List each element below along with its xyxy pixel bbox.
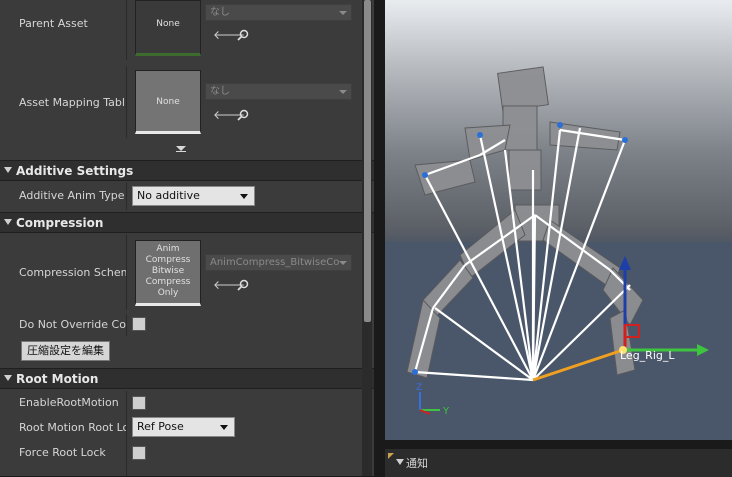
edit-compression-button[interactable]: 圧縮設定を編集	[21, 341, 110, 361]
notifications-label: 通知	[406, 457, 428, 470]
column-splitter[interactable]	[126, 441, 127, 476]
section-title: Additive Settings	[16, 164, 134, 178]
asset-mapping-combo: なし	[205, 83, 352, 100]
asset-mapping-thumbnail[interactable]: None	[135, 70, 201, 134]
enable-root-motion-label: EnableRootMotion	[19, 396, 119, 409]
additive-anim-type-dropdown[interactable]: No additive	[132, 186, 255, 206]
additive-anim-type-label: Additive Anim Type	[19, 189, 125, 202]
force-root-lock-checkbox[interactable]	[132, 446, 146, 460]
ik-line	[532, 348, 624, 382]
do-not-override-checkbox[interactable]	[132, 317, 146, 331]
axis-y-label: Y	[442, 406, 450, 417]
collapse-triangle-icon	[4, 167, 12, 173]
asset-mapping-thumb-text: None	[156, 97, 180, 107]
search-icon[interactable]	[237, 29, 251, 41]
gizmo-z-arrow	[619, 256, 631, 270]
column-splitter[interactable]	[126, 182, 127, 210]
chevron-down-icon	[339, 11, 347, 15]
enable-root-motion-checkbox[interactable]	[132, 396, 146, 410]
force-root-lock-label: Force Root Lock	[19, 446, 106, 459]
compression-scheme-combo-value: AnimCompress_BitwiseCo	[210, 257, 340, 268]
details-panel: Parent Asset None なし 🡐 Asset Mapping Tab…	[0, 0, 374, 476]
chevron-down-icon	[339, 261, 347, 265]
corner-marker-icon	[388, 453, 394, 459]
use-selected-arrow-icon[interactable]: 🡐	[213, 279, 245, 291]
asset-mapping-combo-value: なし	[210, 86, 230, 97]
skeleton-overlay: Y Z	[406, 66, 709, 417]
asset-mapping-label: Asset Mapping Table	[19, 96, 125, 109]
chevron-down-icon	[240, 194, 248, 199]
compression-scheme-row: Compression Scheme Anim Compress Bitwise…	[0, 234, 362, 310]
collapse-triangle-icon	[4, 375, 12, 381]
compression-thumb-line-3: Bitwise	[151, 266, 185, 276]
parent-asset-combo: なし	[205, 4, 352, 21]
details-scrollbar-thumb[interactable]	[364, 0, 371, 322]
column-splitter[interactable]	[126, 391, 127, 415]
root-lock-dropdown[interactable]: Ref Pose	[132, 417, 235, 437]
section-root-motion[interactable]: Root Motion	[0, 368, 374, 389]
chevron-down-icon	[220, 425, 228, 430]
advanced-expand-bar	[176, 151, 186, 152]
axis-z-label: Z	[416, 383, 422, 393]
collapse-triangle-icon	[396, 459, 404, 465]
chevron-down-icon	[339, 90, 347, 94]
column-splitter[interactable]	[126, 415, 127, 441]
force-root-lock-row: Force Root Lock	[0, 441, 362, 476]
compression-thumb-line-2: Compress	[145, 255, 191, 265]
column-splitter[interactable]	[126, 0, 127, 60]
parent-asset-thumbnail[interactable]: None	[135, 0, 201, 56]
additive-anim-type-row: Additive Anim Type No additive	[0, 182, 362, 210]
search-icon[interactable]	[237, 109, 251, 121]
animation-viewport[interactable]: Y Z	[385, 0, 732, 440]
use-selected-arrow-icon[interactable]: 🡐	[213, 109, 245, 121]
root-lock-row: Root Motion Root Lock Ref Pose	[0, 415, 362, 441]
column-splitter[interactable]	[126, 66, 127, 138]
gizmo-y-arrow	[697, 344, 709, 356]
compression-scheme-label: Compression Scheme	[19, 266, 127, 279]
compression-thumb-line-4: Compress	[145, 277, 191, 287]
column-splitter[interactable]	[126, 234, 127, 310]
section-compression[interactable]: Compression	[0, 212, 374, 233]
compression-scheme-combo: AnimCompress_BitwiseCo	[205, 254, 352, 271]
section-additive-settings[interactable]: Additive Settings	[0, 160, 374, 181]
parent-asset-row: Parent Asset None なし 🡐	[0, 0, 362, 60]
collapse-triangle-icon	[4, 219, 12, 225]
search-icon[interactable]	[237, 279, 251, 291]
compression-thumb-line-5: Only	[157, 288, 179, 298]
notifications-bar[interactable]: 通知	[385, 448, 732, 477]
section-title: Root Motion	[16, 372, 99, 386]
parent-asset-label: Parent Asset	[19, 17, 88, 30]
root-lock-value: Ref Pose	[137, 420, 184, 433]
additive-anim-type-value: No additive	[137, 189, 200, 202]
do-not-override-label: Do Not Override Compression	[19, 318, 127, 331]
enable-root-motion-row: EnableRootMotion	[0, 391, 362, 415]
do-not-override-row: Do Not Override Compression	[0, 314, 362, 336]
compression-thumb-line-1: Anim	[156, 244, 180, 254]
parent-asset-combo-value: なし	[210, 7, 230, 18]
selected-bone-label: Leg_Rig_L	[620, 349, 675, 362]
use-selected-arrow-icon[interactable]: 🡐	[213, 29, 245, 41]
root-lock-label: Root Motion Root Lock	[19, 421, 127, 434]
column-splitter[interactable]	[126, 314, 127, 336]
section-title: Compression	[16, 216, 104, 230]
parent-asset-thumb-text: None	[156, 19, 180, 29]
asset-mapping-row: Asset Mapping Table None なし 🡐	[0, 66, 362, 138]
compression-scheme-thumbnail[interactable]: Anim Compress Bitwise Compress Only	[135, 240, 201, 306]
